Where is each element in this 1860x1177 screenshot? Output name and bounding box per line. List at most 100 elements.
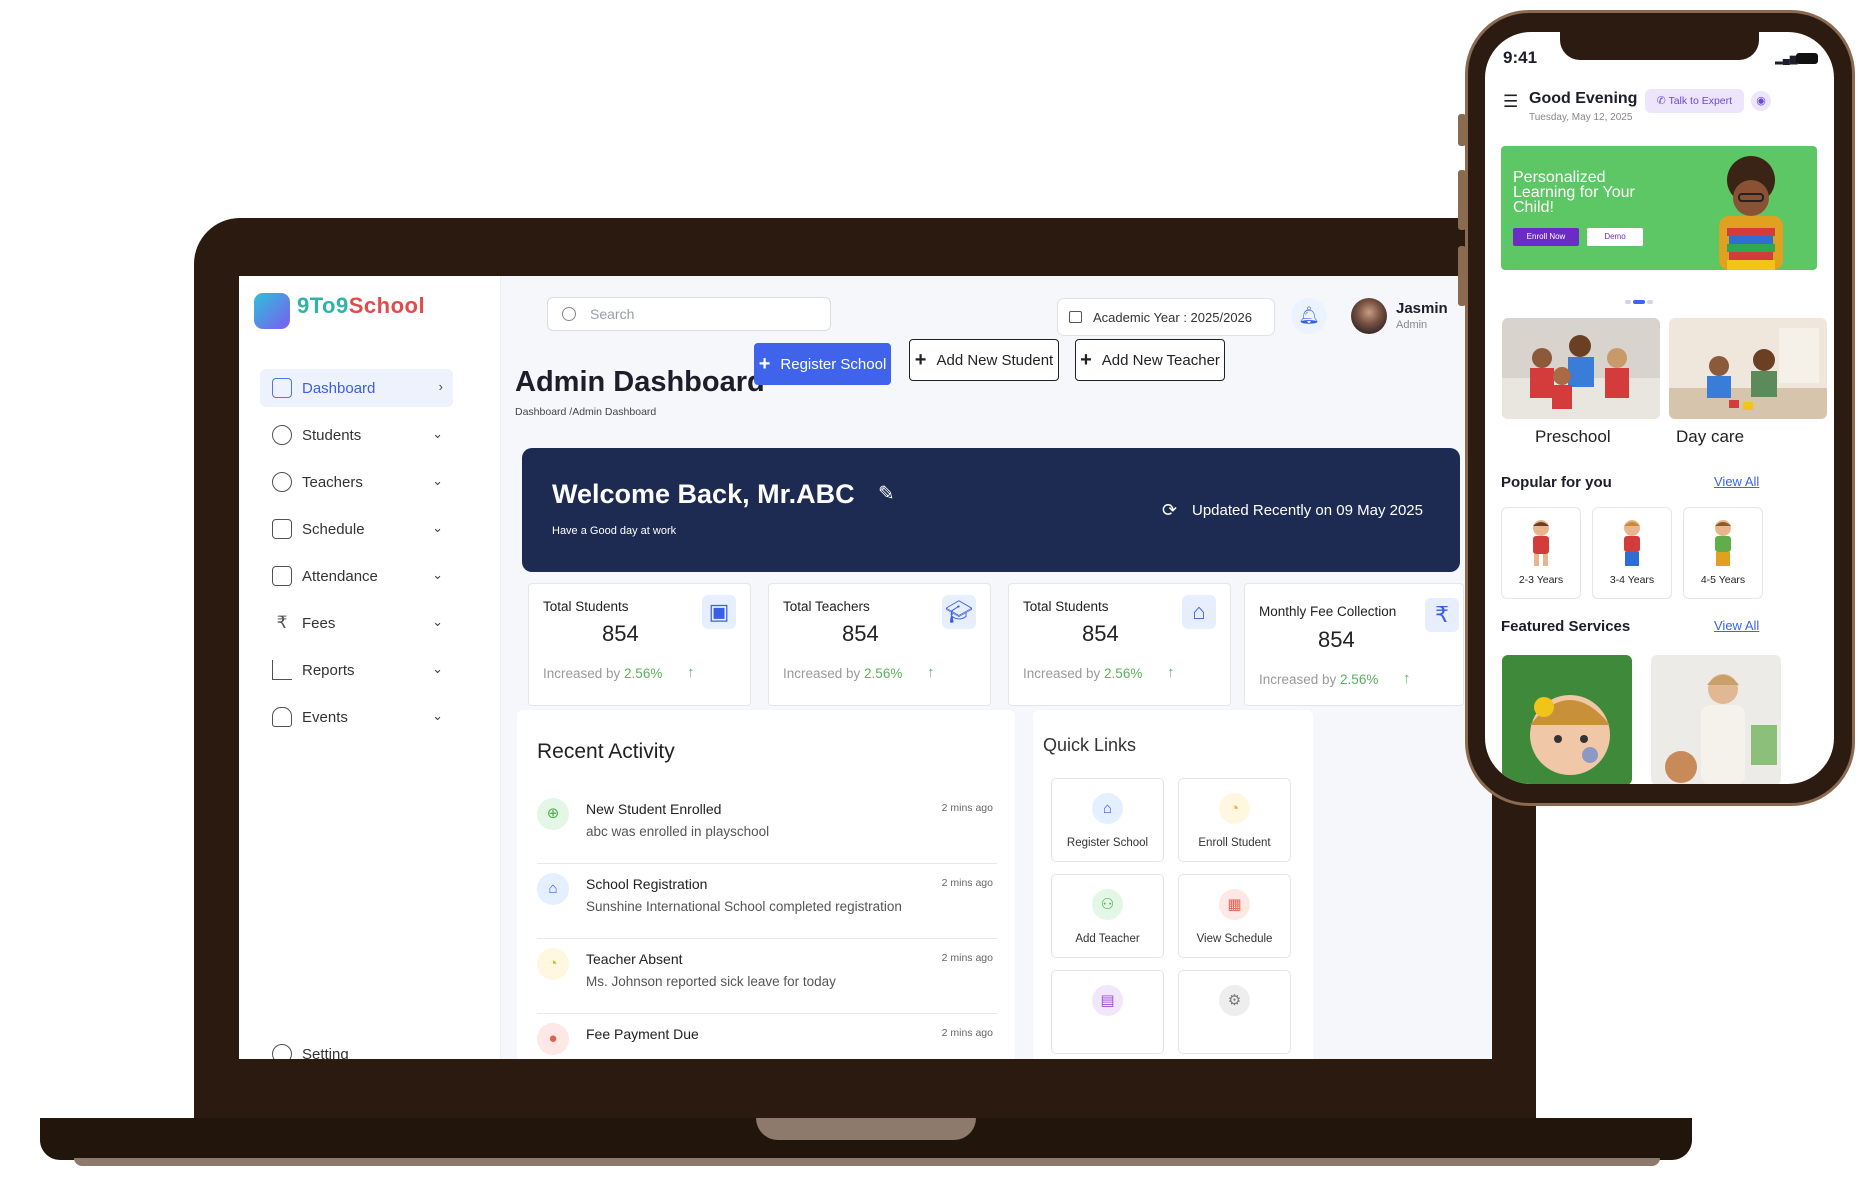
stat-card-monthly-fee[interactable]: Monthly Fee Collection 854 Increased by … [1244, 583, 1464, 706]
calendar-icon: ▦ [1219, 889, 1250, 920]
users-icon [272, 472, 292, 492]
chevron-down-icon: ⌄ [432, 520, 443, 535]
activity-item[interactable]: ⊕ New Student Enrolled abc was enrolled … [537, 790, 997, 864]
category-label[interactable]: Day care [1676, 427, 1744, 447]
activity-time: 2 mins ago [941, 877, 993, 889]
sidebar-item-events[interactable]: Events ⌄ [260, 698, 453, 736]
quick-link-view-schedule[interactable]: ▦ View Schedule [1178, 874, 1291, 958]
plus-icon: + [1080, 349, 1092, 371]
activity-title: Teacher Absent [586, 951, 683, 967]
calendar-icon [1069, 311, 1082, 323]
brand-name-part1: 9To9 [297, 293, 349, 318]
dashboard-screen: 9To9School Dashboard › Students ⌄ Teache… [239, 276, 1492, 1059]
preschool-image[interactable] [1502, 318, 1660, 419]
register-school-button[interactable]: + Register School [754, 343, 891, 385]
activity-item[interactable]: ⌂ School Registration Sunshine Internati… [537, 865, 997, 939]
arrow-up-icon: ↑ [1167, 664, 1175, 681]
age-card-4-5[interactable]: 4-5 Years [1683, 507, 1763, 599]
activity-time: 2 mins ago [941, 952, 993, 964]
activity-desc: Ms. Johnson reported sick leave for toda… [586, 974, 836, 989]
stat-increase-pct: 2.56% [624, 666, 663, 681]
quick-link-more-2[interactable]: ⚙ [1178, 970, 1291, 1054]
stat-increase-prefix: Increased by [543, 666, 625, 681]
quick-link-add-teacher[interactable]: ⚇ Add Teacher [1051, 874, 1164, 958]
stat-value: 854 [602, 621, 639, 646]
sidebar-item-label: Fees [302, 614, 336, 632]
sidebar-item-setting[interactable]: Setting [260, 1035, 453, 1059]
quick-link-label: Register School [1066, 837, 1149, 849]
demo-button[interactable]: Demo [1587, 228, 1643, 246]
featured-service-image-2[interactable] [1651, 655, 1781, 784]
view-all-link[interactable]: View All [1714, 474, 1759, 489]
enroll-now-button[interactable]: Enroll Now [1513, 228, 1579, 246]
button-label: Register School [780, 355, 887, 373]
stat-label: Total Students [543, 599, 629, 614]
sidebar-item-label: Schedule [302, 520, 365, 538]
brand-name-part2: School [348, 293, 426, 318]
add-new-student-button[interactable]: + Add New Student [909, 339, 1059, 381]
welcome-title: Welcome Back, Mr.ABC [552, 479, 855, 509]
academic-year-label: Academic Year : 2025/2026 [1093, 310, 1253, 325]
stat-card-total-students-2[interactable]: Total Students 854 Increased by 2.56% ↑ … [1008, 583, 1231, 706]
sidebar-item-teachers[interactable]: Teachers ⌄ [260, 463, 453, 501]
avatar[interactable] [1351, 298, 1387, 334]
search-input[interactable]: Search [547, 297, 831, 331]
add-new-teacher-button[interactable]: + Add New Teacher [1075, 339, 1225, 381]
hero-banner[interactable]: Personalized Learning for Your Child! En… [1501, 146, 1817, 270]
activity-desc: abc was enrolled in playschool [586, 824, 770, 839]
checkbox-icon [272, 566, 292, 586]
activity-item[interactable]: ● Fee Payment Due 2 mins ago [537, 1015, 997, 1059]
sidebar-item-label: Dashboard [302, 379, 376, 397]
gear-icon: ⚙ [1219, 985, 1250, 1016]
sidebar-item-label: Setting [302, 1045, 349, 1060]
featured-service-image-1[interactable] [1502, 655, 1632, 784]
stat-card-total-teachers[interactable]: Total Teachers 854 Increased by 2.56% ↑ … [768, 583, 991, 706]
grid-icon [272, 378, 292, 398]
notification-bell-icon[interactable]: 🔔︎ [1291, 298, 1327, 334]
day-care-image[interactable] [1669, 318, 1827, 419]
brand-logo[interactable]: 9To9School [297, 293, 425, 319]
user-icon: ◔ [537, 948, 569, 980]
carousel-dots[interactable] [1625, 300, 1653, 304]
edit-icon[interactable]: ✎ [878, 481, 895, 506]
quick-link-label: Enroll Student [1198, 837, 1271, 849]
search-icon [562, 307, 576, 321]
bell-icon [272, 707, 292, 727]
sidebar-item-students[interactable]: Students ⌄ [260, 416, 453, 454]
hamburger-menu-icon[interactable]: ☰ [1503, 92, 1518, 112]
child-illustration-icon [1715, 520, 1731, 566]
stat-label: Total Teachers [783, 599, 870, 614]
activity-item[interactable]: ◔ Teacher Absent Ms. Johnson reported si… [537, 940, 997, 1014]
school-building-icon: ⌂ [1182, 595, 1216, 629]
stat-card-total-students[interactable]: Total Students 854 Increased by 2.56% ↑ … [528, 583, 751, 706]
greeting-date: Tuesday, May 12, 2025 [1529, 112, 1633, 123]
age-card-3-4[interactable]: 3-4 Years [1592, 507, 1672, 599]
sidebar-item-schedule[interactable]: Schedule ⌄ [260, 510, 453, 548]
age-card-2-3[interactable]: 2-3 Years [1501, 507, 1581, 599]
talk-to-expert-button[interactable]: ✆ Talk to Expert [1645, 89, 1744, 113]
stat-value: 854 [1082, 621, 1119, 646]
sidebar-item-label: Teachers [302, 473, 363, 491]
view-all-link[interactable]: View All [1714, 618, 1759, 633]
sidebar-item-dashboard[interactable]: Dashboard › [260, 369, 453, 407]
sidebar-item-attendance[interactable]: Attendance ⌄ [260, 557, 453, 595]
academic-year-selector[interactable]: Academic Year : 2025/2026 [1057, 298, 1275, 336]
location-icon[interactable]: ◉ [1751, 91, 1771, 111]
quick-link-enroll-student[interactable]: ◔ Enroll Student [1178, 778, 1291, 862]
category-label[interactable]: Preschool [1535, 427, 1611, 447]
arrow-up-icon: ↑ [927, 664, 935, 681]
welcome-subtitle: Have a Good day at work [552, 525, 677, 537]
sidebar-item-fees[interactable]: ₹ Fees ⌄ [260, 604, 453, 642]
quick-link-register-school[interactable]: ⌂ Register School [1051, 778, 1164, 862]
chevron-right-icon: › [438, 379, 443, 394]
stat-label: Total Students [1023, 599, 1109, 614]
refresh-icon[interactable]: ⟳ [1162, 500, 1177, 521]
button-label: Add New Teacher [1101, 351, 1220, 369]
sidebar-item-reports[interactable]: Reports ⌄ [260, 651, 453, 689]
stat-increase: Increased by 2.56% [543, 666, 662, 681]
stat-increase: Increased by 2.56% [783, 666, 902, 681]
quick-link-more-1[interactable]: ▤ [1051, 970, 1164, 1054]
quick-link-label: Add Teacher [1075, 933, 1140, 945]
breadcrumb: Dashboard /Admin Dashboard [515, 406, 657, 418]
battery-icon [1796, 53, 1818, 64]
